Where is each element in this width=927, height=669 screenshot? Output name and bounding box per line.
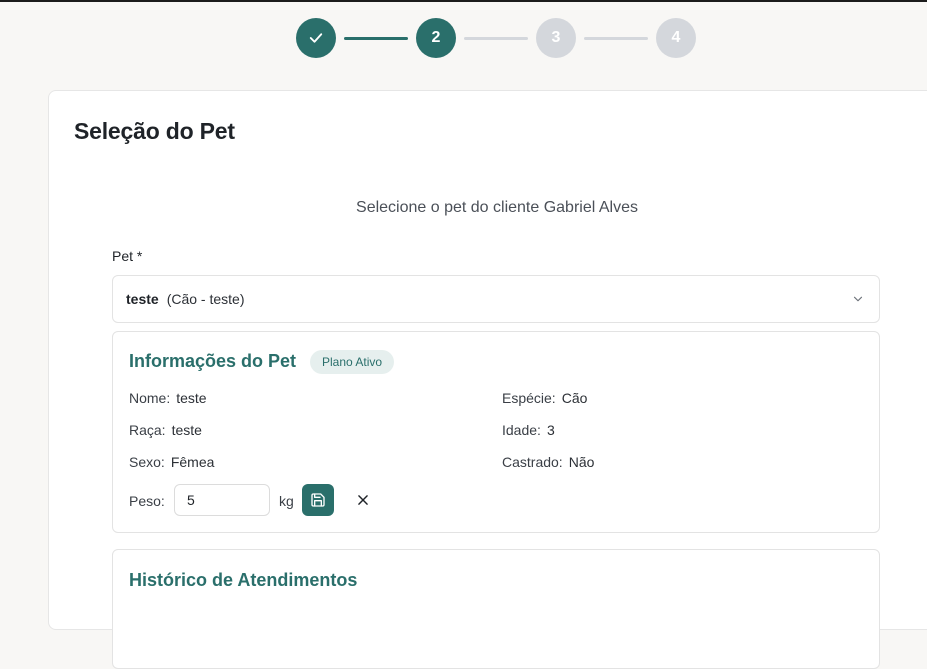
close-icon	[358, 495, 368, 505]
pet-select[interactable]: teste (Cão - teste)	[112, 275, 880, 323]
field-nome-label: Nome:	[129, 390, 171, 406]
step-connector-1	[344, 36, 408, 40]
field-castrado-value: Não	[568, 454, 595, 470]
pet-info-panel: Informações do Pet Plano Ativo Nome: test…	[112, 331, 880, 533]
step-3: 3	[536, 18, 576, 58]
top-border	[0, 0, 927, 2]
pet-select-label: Pet *	[112, 248, 143, 264]
cancel-weight-button[interactable]	[347, 484, 379, 516]
pet-selection-card: Seleção do Pet Selecione o pet do client…	[48, 90, 927, 669]
field-nome: Nome: teste	[129, 390, 207, 406]
step-2-active: 2	[416, 18, 456, 58]
service-history-panel: Histórico de Atendimentos	[112, 549, 880, 669]
step-connector-3	[584, 36, 648, 40]
field-sexo-value: Fêmea	[170, 454, 215, 470]
field-raca-value: teste	[171, 422, 202, 438]
field-sexo-label: Sexo:	[129, 454, 165, 470]
weight-unit: kg	[279, 493, 294, 509]
page-subtitle: Selecione o pet do cliente Gabriel Alves	[356, 199, 638, 216]
step-connector-2	[464, 36, 528, 40]
selected-pet-detail: (Cão - teste)	[166, 291, 245, 307]
stepper: 2 3 4	[296, 18, 696, 58]
field-especie: Espécie: Cão	[502, 390, 587, 406]
weight-input[interactable]	[174, 484, 270, 516]
check-icon	[309, 33, 323, 43]
step-1-complete	[296, 18, 336, 58]
save-icon	[311, 493, 325, 507]
field-idade: Idade: 3	[502, 422, 555, 438]
field-nome-value: teste	[176, 390, 207, 406]
weight-label: Peso:	[129, 493, 165, 509]
page-title: Seleção do Pet	[74, 118, 235, 144]
field-sexo: Sexo: Fêmea	[129, 454, 214, 470]
field-castrado: Castrado: Não	[502, 454, 594, 470]
field-raca: Raça: teste	[129, 422, 202, 438]
field-castrado-label: Castrado:	[502, 454, 563, 470]
pet-info-title: Informações do Pet	[129, 351, 297, 371]
field-idade-value: 3	[546, 422, 555, 438]
save-weight-button[interactable]	[302, 484, 334, 516]
step-4: 4	[656, 18, 696, 58]
selected-pet-name: teste	[126, 291, 159, 307]
field-especie-value: Cão	[561, 390, 588, 406]
plan-status-badge: Plano Ativo	[310, 350, 395, 374]
service-history-title: Histórico de Atendimentos	[129, 570, 358, 590]
field-raca-label: Raça:	[129, 422, 166, 438]
chevron-down-icon	[853, 296, 863, 302]
field-especie-label: Espécie:	[502, 390, 556, 406]
field-idade-label: Idade:	[502, 422, 541, 438]
